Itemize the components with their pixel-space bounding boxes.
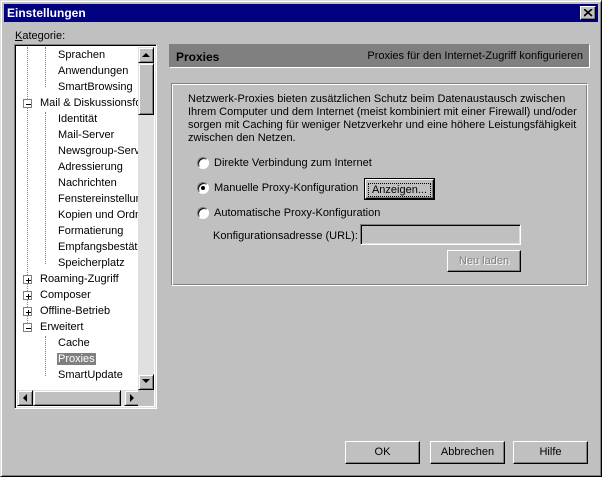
panel-title: Proxies <box>176 50 220 64</box>
tree-item-label: Kopien und Ordner <box>58 209 140 221</box>
expand-icon[interactable] <box>23 275 32 284</box>
tree-item-formatierung[interactable]: Formatierung <box>57 223 124 239</box>
tree-item-erweitert[interactable]: Erweitert <box>39 319 84 335</box>
category-label: Kategorie: <box>15 30 66 42</box>
tree-item-label: Proxies <box>57 353 96 365</box>
help-button[interactable]: Hilfe <box>513 441 588 464</box>
tree-vertical-scrollbar[interactable] <box>138 47 154 390</box>
tree-item-identitaet[interactable]: Identität <box>57 111 98 127</box>
tree-horizontal-scrollbar[interactable] <box>17 390 140 406</box>
config-url-label: Konfigurationsadresse (URL): <box>213 230 358 242</box>
tree-item-nachrichten[interactable]: Nachrichten <box>57 175 118 191</box>
tree-item-fenstereinstellungen[interactable]: Fenstereinstellungen <box>57 191 140 207</box>
radio-label: Direkte Verbindung zum Internet <box>214 157 372 169</box>
tree-item-label: SmartUpdate <box>58 369 123 381</box>
expand-icon[interactable] <box>23 291 32 300</box>
close-button[interactable] <box>580 6 596 20</box>
radio-button[interactable] <box>197 157 209 169</box>
tree-item-label: Roaming-Zugriff <box>40 273 119 285</box>
expand-icon[interactable] <box>23 307 32 316</box>
tree-item-label: Fenstereinstellungen <box>58 193 140 205</box>
tree-item-label: Nachrichten <box>58 177 117 189</box>
tree-item-sprachen[interactable]: Sprachen <box>57 47 106 63</box>
tree-item-label: SmartBrowsing <box>58 81 133 93</box>
arrow-right-icon <box>130 394 134 402</box>
panel-header: Proxies Proxies für den Internet-Zugriff… <box>169 44 590 68</box>
tree-viewport: Sprachen Anwendungen SmartBrowsing Mail … <box>17 47 140 390</box>
tree-item-roaming-zugriff[interactable]: Roaming-Zugriff <box>39 271 120 287</box>
radio-label: Manuelle Proxy-Konfiguration <box>214 182 359 194</box>
proxy-description: Netzwerk-Proxies bieten zusätzlichen Sch… <box>188 93 577 144</box>
category-label-text: ategorie: <box>22 30 66 42</box>
tree-item-kopien-ordner[interactable]: Kopien und Ordner <box>57 207 140 223</box>
collapse-icon[interactable] <box>23 323 32 332</box>
ok-button[interactable]: OK <box>345 441 420 464</box>
view-proxies-button[interactable]: Anzeigen... <box>364 178 435 200</box>
cancel-button[interactable]: Abbrechen <box>430 441 505 464</box>
tree-item-anwendungen[interactable]: Anwendungen <box>57 63 129 79</box>
tree-item-adressierung[interactable]: Adressierung <box>57 159 124 175</box>
preferences-dialog: Einstellungen Kategorie: Sprachen Anwend… <box>0 0 602 477</box>
radio-button[interactable] <box>197 182 209 194</box>
tree-item-label: Adressierung <box>58 161 123 173</box>
tree-item-label: Formatierung <box>58 225 124 237</box>
reload-button[interactable]: Neu laden <box>447 250 521 272</box>
reload-button-label: Neu laden <box>458 255 510 267</box>
tree-connector <box>27 47 28 327</box>
tree-item-label: Empfangsbestät. <box>58 241 140 253</box>
window-title: Einstellungen <box>7 6 86 20</box>
tree-connector <box>45 112 46 264</box>
tree-item-cache[interactable]: Cache <box>57 335 91 351</box>
tree-item-newsgroup-server[interactable]: Newsgroup-Server <box>57 143 140 159</box>
tree-connector <box>45 47 46 87</box>
tree-item-label: Composer <box>40 289 91 301</box>
tree-item-mail-diskussionsforen[interactable]: Mail & Diskussionsforen <box>39 95 140 111</box>
collapse-icon[interactable] <box>23 99 32 108</box>
tree-item-mail-server[interactable]: Mail-Server <box>57 127 115 143</box>
tree-item-label: Identität <box>58 113 98 125</box>
tree-item-label: Mail-Server <box>58 129 115 141</box>
scroll-thumb[interactable] <box>33 390 121 406</box>
title-bar: Einstellungen <box>4 4 598 22</box>
cancel-button-label: Abbrechen <box>440 446 495 458</box>
tree-item-composer[interactable]: Composer <box>39 287 92 303</box>
scroll-up-button[interactable] <box>138 47 154 63</box>
tree-item-speicherplatz[interactable]: Speicherplatz <box>57 255 126 271</box>
tree-item-proxies[interactable]: Proxies <box>57 351 96 367</box>
proxy-settings-group: Netzwerk-Proxies bieten zusätzlichen Sch… <box>171 83 588 286</box>
tree-item-smartbrowsing[interactable]: SmartBrowsing <box>57 79 134 95</box>
config-url-input[interactable] <box>360 224 521 245</box>
radio-label: Automatische Proxy-Konfiguration <box>214 207 381 219</box>
arrow-left-icon <box>23 394 27 402</box>
tree-connector <box>45 336 46 376</box>
arrow-up-icon <box>142 53 150 57</box>
scroll-left-button[interactable] <box>17 390 33 406</box>
tree-item-label: Newsgroup-Server <box>58 145 140 157</box>
tree-item-label: Mail & Diskussionsforen <box>40 97 140 109</box>
tree-item-label: Erweitert <box>40 321 84 333</box>
help-button-label: Hilfe <box>539 446 562 458</box>
tree-item-offline-betrieb[interactable]: Offline-Betrieb <box>39 303 111 319</box>
category-tree[interactable]: Sprachen Anwendungen SmartBrowsing Mail … <box>14 44 157 409</box>
tree-item-smartupdate[interactable]: SmartUpdate <box>57 367 124 383</box>
radio-button[interactable] <box>197 207 209 219</box>
tree-item-empfangsbestaet[interactable]: Empfangsbestät. <box>57 239 140 255</box>
tree-item-label: Sprachen <box>58 49 106 61</box>
scroll-down-button[interactable] <box>138 374 154 390</box>
tree-item-label: Cache <box>58 337 90 349</box>
panel-subtitle: Proxies für den Internet-Zugriff konfigu… <box>367 50 583 62</box>
tree-item-label: Anwendungen <box>58 65 129 77</box>
close-icon <box>584 9 593 17</box>
tree-item-label: Speicherplatz <box>58 257 125 269</box>
radio-selected-dot <box>201 186 205 190</box>
view-button-label: Anzeigen... <box>367 183 432 197</box>
arrow-down-icon <box>142 379 150 383</box>
tree-item-label: Offline-Betrieb <box>40 305 111 317</box>
scroll-corner <box>138 390 154 406</box>
ok-button-label: OK <box>374 446 391 458</box>
scroll-thumb[interactable] <box>138 63 154 115</box>
